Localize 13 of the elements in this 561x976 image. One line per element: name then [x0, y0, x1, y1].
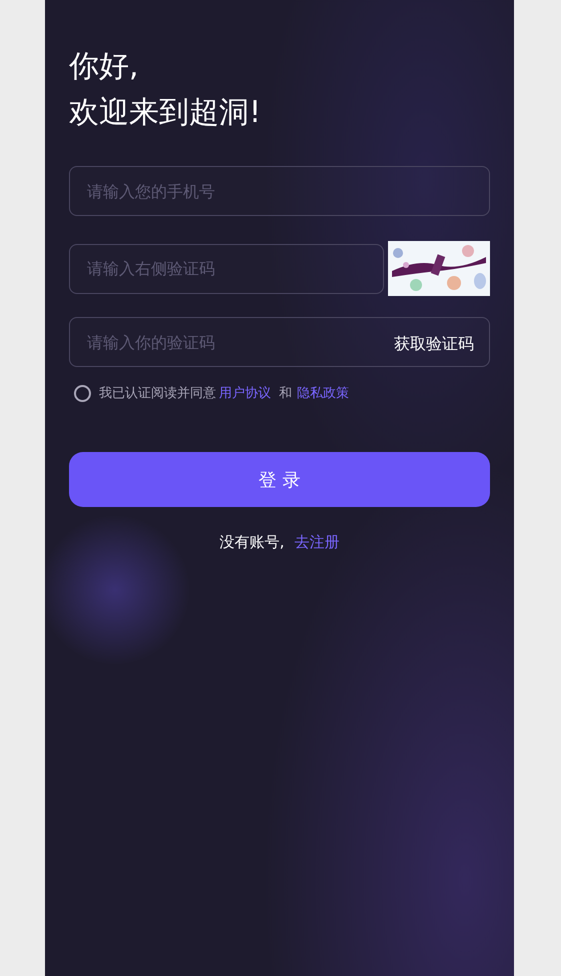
privacy-policy-link[interactable]: 隐私政策 [297, 384, 349, 402]
agree-radio[interactable] [74, 384, 91, 402]
agreement-joiner: 和 [279, 385, 292, 402]
greeting-title: 你好, [69, 48, 140, 86]
greeting-title: 欢迎来到超洞! [69, 94, 262, 132]
get-code-button[interactable]: 获取验证码 [394, 334, 474, 355]
phone-input[interactable]: 请输入您的手机号 [69, 166, 490, 216]
agreement-text: 我已认证阅读并同意 [99, 385, 216, 402]
captcha-input[interactable]: 请输入右侧验证码 [69, 244, 384, 294]
login-button[interactable]: 登 录 [69, 452, 490, 507]
user-agreement-link[interactable]: 用户协议 [219, 384, 271, 402]
register-link[interactable]: 去注册 [294, 533, 340, 552]
no-account-text: 没有账号, [220, 533, 284, 552]
